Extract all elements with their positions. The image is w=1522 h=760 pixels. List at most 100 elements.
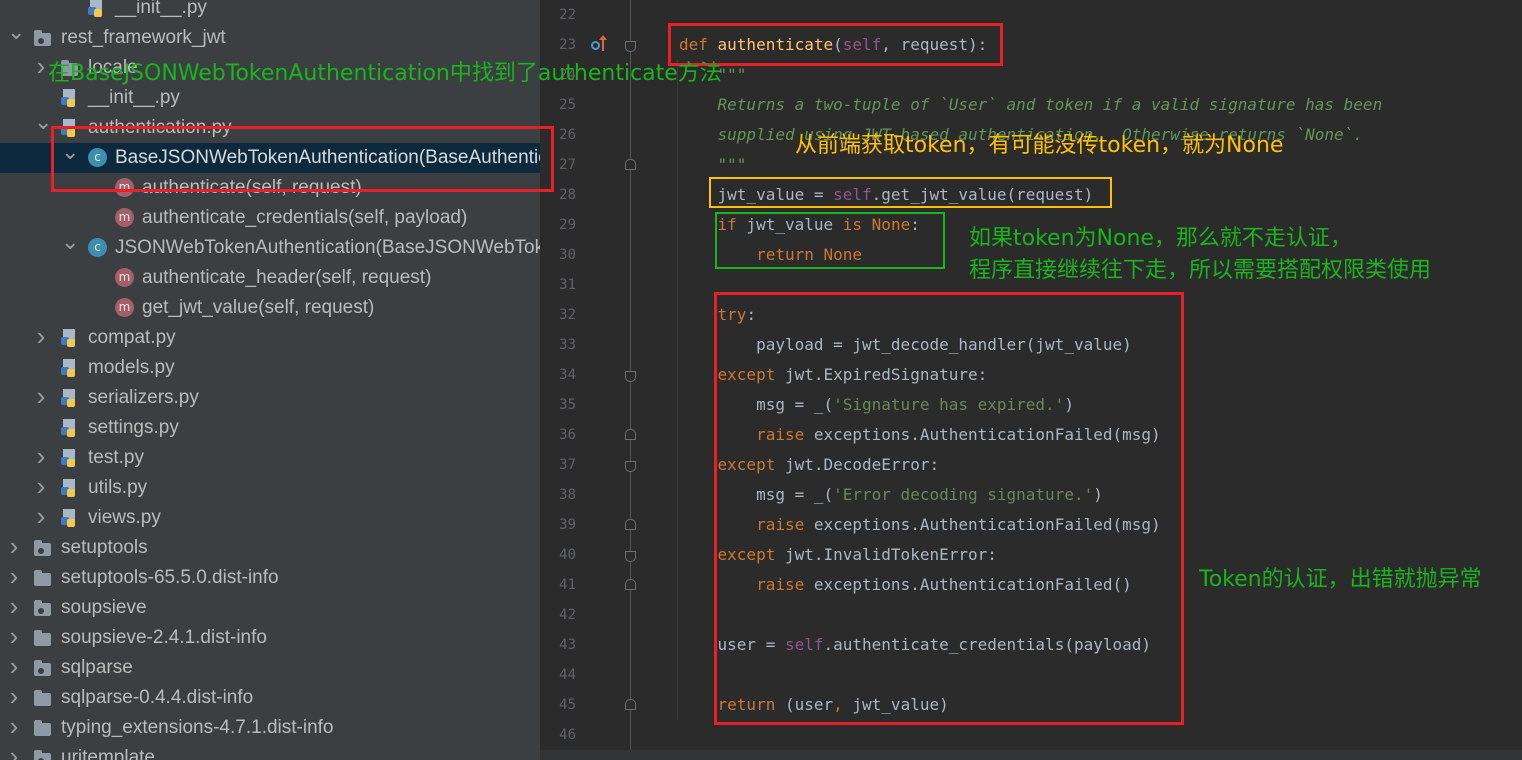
chevron-right-icon[interactable]: › [34,473,48,503]
chevron-right-icon[interactable]: › [7,593,21,623]
code-line-38[interactable]: 38 msg = _('Error decoding signature.') [540,480,1522,510]
code-line-25[interactable]: 25 Returns a two-tuple of `User` and tok… [540,90,1522,120]
editor-scrollbar-area[interactable] [540,750,1522,760]
annotation-token-none-line2: 程序直接继续往下走，所以需要搭配权限类使用 [969,258,1432,283]
fold-collapse-icon[interactable] [625,371,636,382]
tree-item-label: rest_framework_jwt [61,27,226,48]
code-text: jwt_value = self.get_jwt_value(request) [679,185,1094,204]
chevron-right-icon[interactable]: › [34,323,48,353]
tree-item-init-top[interactable]: __init__.py [0,0,540,23]
tree-item-get-jwt-value-method[interactable]: m get_jwt_value(self, request) [0,293,540,323]
tree-item-rest-framework-jwt[interactable]: ⌄ rest_framework_jwt [0,23,540,53]
line-number: 40 [559,547,576,563]
tree-item-label: authenticate_header(self, request) [142,267,432,288]
code-text: def authenticate(self, request): [679,35,988,54]
package-folder-icon [34,30,51,46]
code-line-33[interactable]: 33 payload = jwt_decode_handler(jwt_valu… [540,330,1522,360]
fold-end-icon[interactable] [625,429,636,440]
chevron-down-icon[interactable]: ⌄ [61,233,79,263]
tree-item-typing-extensions-dist-info[interactable]: › typing_extensions-4.7.1.dist-info [0,713,540,743]
tree-item-test-py[interactable]: › test.py [0,443,540,473]
tree-item-compat-py[interactable]: › compat.py [0,323,540,353]
code-line-28[interactable]: 28 jwt_value = self.get_jwt_value(reques… [540,180,1522,210]
fold-collapse-icon[interactable] [625,551,636,562]
fold-end-icon[interactable] [625,579,636,590]
tree-item-authenticate-credentials-method[interactable]: m authenticate_credentials(self, payload) [0,203,540,233]
code-text: """ [679,155,747,174]
code-text: except jwt.ExpiredSignature: [717,365,988,384]
tree-item-sqlparse-dist-info[interactable]: › sqlparse-0.4.4.dist-info [0,683,540,713]
tree-item-serializers-py[interactable]: › serializers.py [0,383,540,413]
code-line-36[interactable]: 36 raise exceptions.AuthenticationFailed… [540,420,1522,450]
tree-item-jwt-auth-class[interactable]: ⌄ c JSONWebTokenAuthentication(BaseJSONWeb… [0,233,540,263]
line-number: 39 [559,517,576,533]
tree-item-soupsieve[interactable]: › soupsieve [0,593,540,623]
chevron-right-icon[interactable]: › [34,53,48,83]
tree-item-utils-py[interactable]: › utils.py [0,473,540,503]
tree-item-views-py[interactable]: › views.py [0,503,540,533]
code-editor[interactable]: 22 23 def authenticate(self, request): 24 "… [540,0,1522,760]
chevron-down-icon[interactable]: ⌄ [7,23,25,53]
code-line-23[interactable]: 23 def authenticate(self, request): [540,30,1522,60]
tree-item-settings-py[interactable]: settings.py [0,413,540,443]
chevron-right-icon[interactable]: › [7,563,21,593]
chevron-right-icon[interactable]: › [34,503,48,533]
line-number: 41 [559,577,576,593]
code-line-45[interactable]: 45 return (user, jwt_value) [540,690,1522,720]
line-number: 44 [559,667,576,683]
code-line-32[interactable]: 32 try: [540,300,1522,330]
code-line-35[interactable]: 35 msg = _('Signature has expired.') [540,390,1522,420]
chevron-right-icon[interactable]: › [7,653,21,683]
line-number: 25 [559,97,576,113]
code-line-34[interactable]: 34 except jwt.ExpiredSignature: [540,360,1522,390]
code-line-37[interactable]: 37 except jwt.DecodeError: [540,450,1522,480]
line-number: 46 [559,727,576,743]
line-number: 35 [559,397,576,413]
tree-item-uritemplate[interactable]: › uritemplate [0,743,540,760]
tree-item-setuptools-dist-info[interactable]: › setuptools-65.5.0.dist-info [0,563,540,593]
chevron-right-icon[interactable]: › [34,383,48,413]
fold-end-icon[interactable] [625,159,636,170]
code-line-44[interactable]: 44 [540,660,1522,690]
tree-item-authenticate-method[interactable]: m authenticate(self, request) [0,173,540,203]
tree-item-label: sqlparse [61,657,133,678]
tree-item-setuptools[interactable]: › setuptools [0,533,540,563]
override-marker-icon[interactable] [591,35,607,53]
fold-collapse-icon[interactable] [625,461,636,472]
line-number: 34 [559,367,576,383]
chevron-right-icon[interactable]: › [7,743,21,760]
code-line-22[interactable]: 22 [540,0,1522,30]
tree-item-authenticate-header-method[interactable]: m authenticate_header(self, request) [0,263,540,293]
fold-end-icon[interactable] [625,519,636,530]
code-text: except jwt.DecodeError: [717,455,940,474]
tree-item-authentication-py[interactable]: ⌄ authentication.py [0,113,540,143]
code-text: try: [717,305,757,324]
code-line-46[interactable]: 46 [540,720,1522,750]
code-text: return (user, jwt_value) [717,695,949,714]
code-line-43[interactable]: 43 user = self.authenticate_credentials(… [540,630,1522,660]
code-text: except jwt.InvalidTokenError: [717,545,997,564]
tree-item-base-jwt-auth-class[interactable]: ⌄ c BaseJSONWebTokenAuthentication(BaseAut… [0,143,540,173]
line-number: 37 [559,457,576,473]
line-number: 45 [559,697,576,713]
line-number: 23 [559,37,576,53]
fold-collapse-icon[interactable] [625,41,636,52]
chevron-right-icon[interactable]: › [7,683,21,713]
method-icon: m [115,208,134,227]
line-number: 26 [559,127,576,143]
tree-item-sqlparse[interactable]: › sqlparse [0,653,540,683]
python-file-icon [61,419,78,437]
chevron-right-icon[interactable]: › [7,713,21,743]
chevron-right-icon[interactable]: › [7,623,21,653]
chevron-down-icon[interactable]: ⌄ [34,113,52,143]
chevron-down-icon[interactable]: ⌄ [61,143,79,173]
fold-end-icon[interactable] [625,699,636,710]
tree-item-soupsieve-dist-info[interactable]: › soupsieve-2.4.1.dist-info [0,623,540,653]
chevron-right-icon[interactable]: › [7,533,21,563]
method-icon: m [115,178,134,197]
code-line-39[interactable]: 39 raise exceptions.AuthenticationFailed… [540,510,1522,540]
tree-item-models-py[interactable]: models.py [0,353,540,383]
chevron-right-icon[interactable]: › [34,443,48,473]
code-line-42[interactable]: 42 [540,600,1522,630]
python-file-icon [61,449,78,467]
